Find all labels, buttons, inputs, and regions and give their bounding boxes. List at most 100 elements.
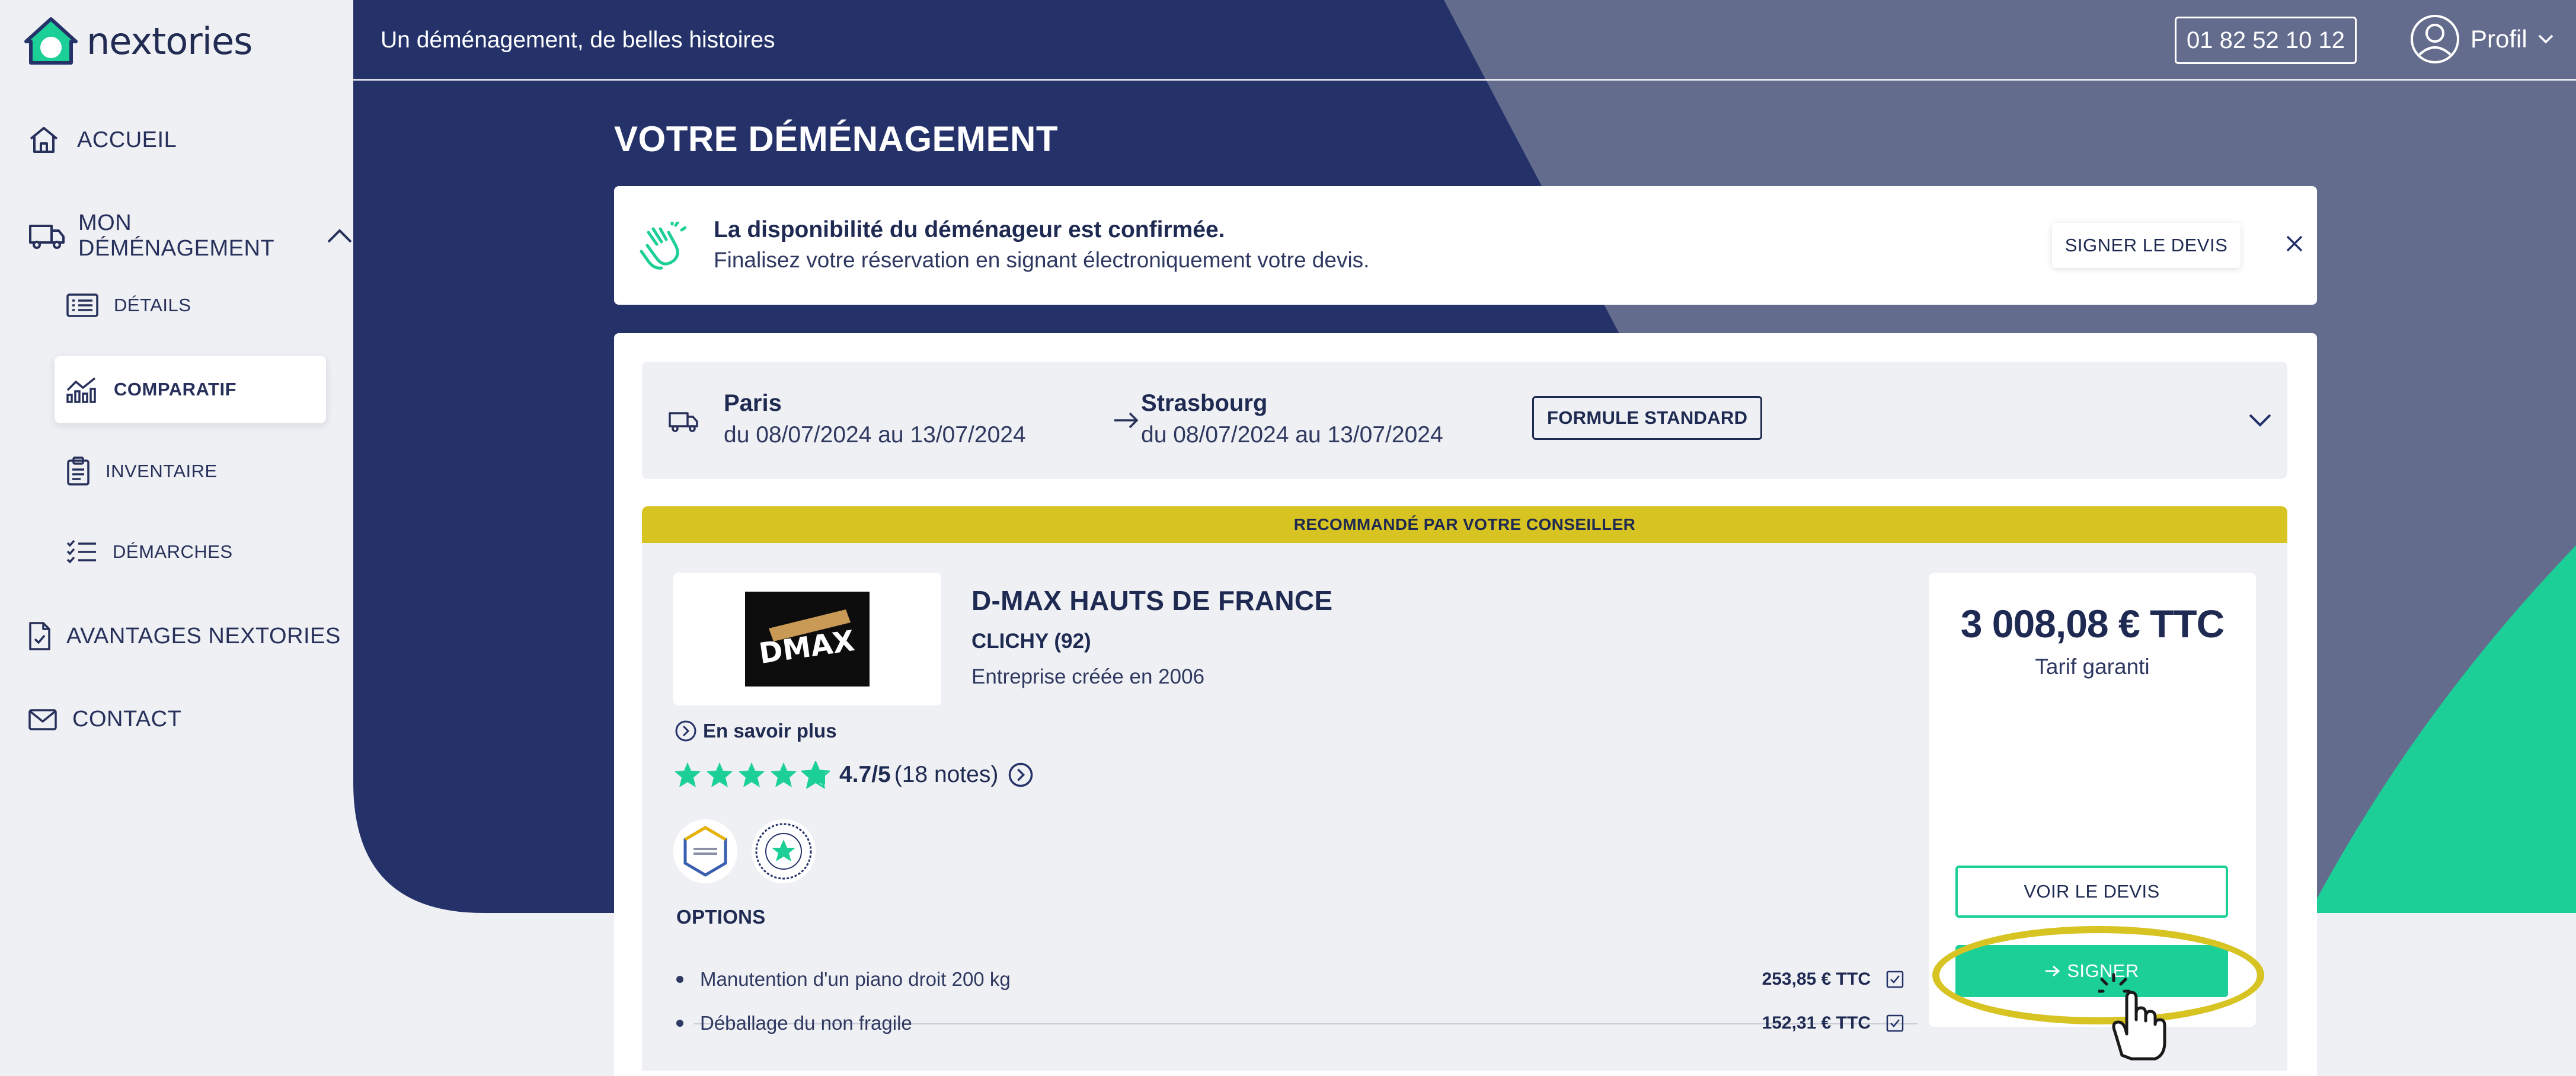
checkbox-checked-icon[interactable]	[1886, 970, 1904, 988]
half-star-icon	[801, 761, 830, 788]
star-icon	[707, 762, 733, 787]
rating-score: 4.7/5	[839, 762, 891, 787]
chevron-circle-icon	[675, 720, 696, 742]
rating: 4.7/5 (18 notes)	[673, 761, 1034, 788]
chart-icon	[66, 377, 96, 403]
option-label: Manutention d'un piano droit 200 kg	[700, 968, 1011, 990]
excellence-seal-icon	[755, 823, 812, 880]
view-quote-button[interactable]: VOIR LE DEVIS	[1955, 866, 2228, 918]
sidebar-item-label: CONTACT	[72, 707, 182, 732]
home-icon	[30, 127, 58, 153]
document-icon	[29, 622, 50, 650]
option-row: Déballage du non fragile 152,31 € TTC	[676, 1002, 1918, 1045]
excellence-badge	[752, 819, 816, 883]
mover-founded: Entreprise créée en 2006	[971, 665, 1205, 688]
sidebar-item-label: COMPARATIF	[114, 379, 237, 400]
destination-city: Strasbourg	[1141, 390, 1268, 416]
truck-icon	[669, 412, 698, 432]
sidebar-item-accueil[interactable]: ACCUEIL	[28, 126, 177, 154]
page-title: VOTRE DÉMÉNAGEMENT	[614, 119, 1059, 159]
arrow-right-icon	[2046, 965, 2060, 977]
hand-cursor-icon	[2098, 973, 2166, 1061]
sidebar-item-inventaire[interactable]: INVENTAIRE	[66, 456, 218, 486]
certification-badges	[673, 819, 816, 883]
sign-quote-label: SIGNER LE DEVIS	[2064, 235, 2228, 256]
option-row: Manutention d'un piano droit 200 kg 253,…	[676, 958, 1918, 1001]
dmax-logo-image: DMAX	[745, 592, 870, 687]
mover-logo: DMAX	[673, 573, 941, 705]
sidebar-item-label: ACCUEIL	[77, 127, 177, 152]
mover-offer: DMAX D-MAX HAUTS DE FRANCE CLICHY (92) E…	[642, 543, 2287, 1071]
rating-stars	[673, 761, 830, 788]
tagline: Un déménagement, de belles histoires	[381, 27, 775, 53]
options-title: OPTIONS	[676, 906, 766, 928]
hexagon-badge-icon	[683, 826, 727, 877]
close-icon[interactable]	[2286, 235, 2303, 253]
truck-icon	[29, 225, 65, 249]
sidebar-item-mon-demenagement[interactable]: MON DÉMÉNAGEMENT	[28, 210, 353, 261]
learn-more-label: En savoir plus	[703, 720, 837, 742]
notice-subtitle: Finalisez votre réservation en signant é…	[714, 248, 1370, 272]
chevron-down-icon	[2538, 34, 2553, 44]
sidebar-item-label: DÉMARCHES	[113, 541, 233, 562]
formula-label: FORMULE STANDARD	[1547, 407, 1748, 428]
chevron-down-icon[interactable]	[2248, 413, 2272, 428]
destination-dates: du 08/07/2024 au 13/07/2024	[1141, 422, 1443, 448]
star-icon	[675, 762, 701, 787]
price-note: Tarif garanti	[2035, 654, 2150, 679]
checklist-icon	[66, 539, 96, 564]
recommendation-banner: RECOMMANDÉ PAR VOTRE CONSEILLER	[642, 506, 2287, 543]
option-label: Déballage du non fragile	[700, 1012, 912, 1034]
origin-dates: du 08/07/2024 au 13/07/2024	[724, 422, 1026, 448]
price-total: 3 008,08 € TTC	[1960, 602, 2225, 646]
sidebar-item-label: DÉTAILS	[114, 295, 191, 315]
sidebar-item-label: MON DÉMÉNAGEMENT	[78, 210, 275, 261]
phone-button[interactable]: 01 82 52 10 12	[2175, 17, 2357, 64]
sidebar-item-demarches[interactable]: DÉMARCHES	[66, 539, 233, 564]
mail-icon	[28, 708, 57, 730]
rating-count: (18 notes)	[894, 762, 999, 787]
clapping-hands-icon	[640, 222, 686, 270]
checkbox-checked-icon[interactable]	[1886, 1014, 1904, 1032]
quote-card: Paris du 08/07/2024 au 13/07/2024 Strasb…	[614, 333, 2317, 1076]
chevron-circle-icon[interactable]	[1008, 762, 1034, 788]
star-icon	[739, 762, 765, 787]
option-price: 253,85 € TTC	[1762, 969, 1871, 989]
sidebar-item-avantages[interactable]: AVANTAGES NEXTORIES	[28, 621, 341, 651]
arrow-right-icon	[1114, 412, 1139, 429]
house-logo-icon	[24, 17, 78, 65]
profile-menu[interactable]: Profil	[2410, 14, 2553, 64]
learn-more-link[interactable]: En savoir plus	[675, 720, 837, 742]
profile-label: Profil	[2470, 25, 2527, 53]
clipboard-icon	[67, 456, 90, 486]
availability-notice: La disponibilité du déménageur est confi…	[614, 186, 2317, 305]
sidebar: nextories ACCUEIL MON DÉMÉNAGEMENT DÉTAI…	[0, 0, 353, 1076]
sign-button[interactable]: SIGNER	[1955, 945, 2228, 997]
certification-badge	[673, 819, 737, 883]
bullet	[676, 976, 683, 983]
bullet	[676, 1020, 683, 1027]
notice-title: La disponibilité du déménageur est confi…	[714, 217, 1225, 242]
top-bar: Un déménagement, de belles histoires 01 …	[353, 0, 2576, 81]
chevron-up-icon[interactable]	[326, 228, 353, 244]
star-icon	[771, 762, 797, 787]
sign-quote-button[interactable]: SIGNER LE DEVIS	[2052, 223, 2241, 268]
formula-badge: FORMULE STANDARD	[1532, 396, 1763, 440]
option-price: 152,31 € TTC	[1762, 1013, 1871, 1033]
sidebar-item-comparatif[interactable]: COMPARATIF	[55, 356, 326, 423]
phone-number: 01 82 52 10 12	[2187, 27, 2345, 53]
sidebar-item-contact[interactable]: CONTACT	[28, 707, 181, 732]
recommendation-label: RECOMMANDÉ PAR VOTRE CONSEILLER	[1293, 515, 1636, 534]
mover-city: CLICHY (92)	[971, 630, 1091, 653]
sidebar-item-label: AVANTAGES NEXTORIES	[66, 623, 341, 649]
sidebar-item-label: INVENTAIRE	[106, 461, 218, 481]
list-icon	[66, 293, 98, 317]
sidebar-item-details[interactable]: DÉTAILS	[66, 293, 191, 317]
user-icon	[2411, 15, 2459, 63]
route-summary[interactable]: Paris du 08/07/2024 au 13/07/2024 Strasb…	[642, 362, 2287, 479]
origin-city: Paris	[724, 390, 782, 416]
logo[interactable]: nextories	[24, 17, 253, 65]
mover-name: D-MAX HAUTS DE FRANCE	[971, 585, 1333, 616]
price-panel: 3 008,08 € TTC Tarif garanti VOIR LE DEV…	[1929, 573, 2256, 1027]
logo-text: nextories	[87, 19, 253, 63]
